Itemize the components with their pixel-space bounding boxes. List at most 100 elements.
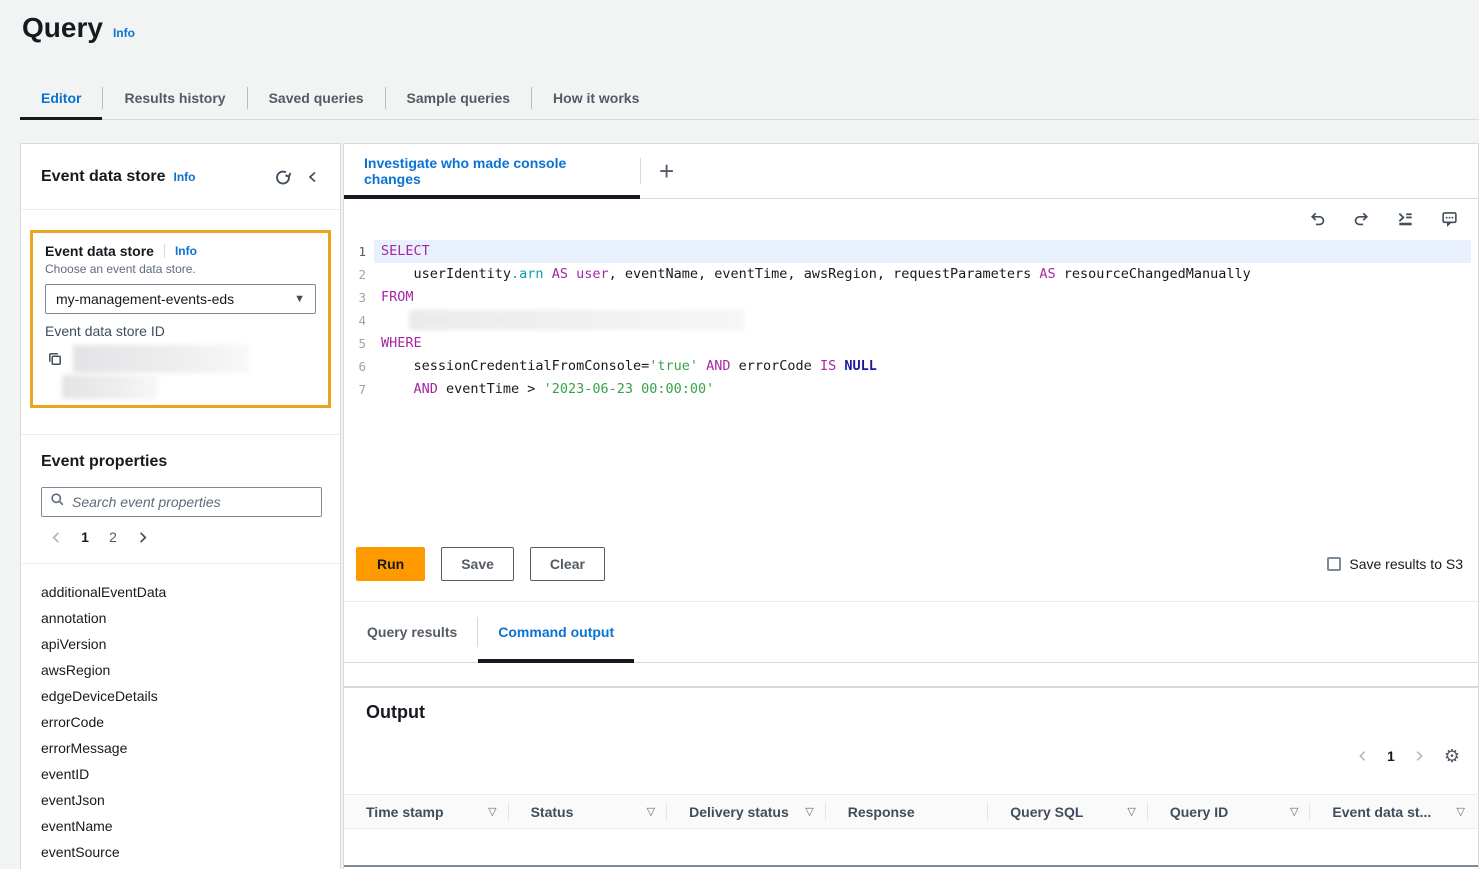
callout-info-link[interactable]: Info [175,244,197,258]
property-item-eventjson[interactable]: eventJson [21,787,339,813]
code-line-1[interactable]: 1SELECT [344,240,1477,263]
page-title: Query [22,12,103,44]
line-number: 2 [344,263,374,286]
code-line-2[interactable]: 2 userIdentity.arn AS user, eventName, e… [344,263,1477,286]
query-tab-investigate[interactable]: Investigate who made console changes [344,144,640,198]
property-item-edgedevicedetails[interactable]: edgeDeviceDetails [21,683,339,709]
column-header-event-data-st[interactable]: Event data st...▽ [1310,795,1477,828]
pagination-prev-button[interactable] [41,524,71,550]
cloudtrail-query-page: Query Info EditorResults historySaved qu… [0,0,1479,869]
column-label: Status [531,804,574,820]
query-tab-label: Investigate who made console changes [364,155,620,187]
property-item-apiversion[interactable]: apiVersion [21,631,339,657]
pagination-page-1[interactable]: 1 [71,529,99,545]
page-info-link[interactable]: Info [113,26,135,40]
tab-sample-queries[interactable]: Sample queries [386,77,532,119]
sql-editor[interactable]: 1SELECT2 userIdentity.arn AS user, event… [344,240,1477,401]
collapse-panel-button[interactable] [298,162,328,192]
property-item-eventid[interactable]: eventID [21,761,339,787]
column-header-query-id[interactable]: Query ID▽ [1148,795,1311,828]
line-number: 3 [344,286,374,309]
sql-token: .arn [511,266,544,282]
label-divider [164,244,165,258]
top-tab-bar: EditorResults historySaved queriesSample… [20,77,1479,120]
callout-label-row: Event data store Info [45,243,316,259]
undo-button[interactable] [1302,203,1332,233]
code-line-3[interactable]: 3FROM [344,286,1477,309]
copy-id-button[interactable] [45,349,65,369]
section-divider [21,434,340,435]
editor-toolbar [1302,199,1464,237]
property-item-eventname[interactable]: eventName [21,813,339,839]
event-data-store-id-redacted [73,345,249,373]
column-header-time-stamp[interactable]: Time stamp ▽ [344,795,509,828]
output-table-header: Time stamp ▽ Status ▽ Delivery status ▽ Respon… [344,794,1477,829]
redo-icon [1353,210,1370,227]
new-query-tab-button[interactable]: + [653,158,680,184]
chevron-left-icon [305,169,321,185]
search-icon [50,492,65,512]
column-header-query-sql[interactable]: Query SQL▽ [988,795,1148,828]
output-prev-button[interactable] [1348,743,1378,769]
tab-editor[interactable]: Editor [20,77,102,119]
code-line-5[interactable]: 5WHERE [344,332,1477,355]
column-header-response[interactable]: Response [826,795,989,828]
sql-token: AS [552,266,568,282]
save-button[interactable]: Save [441,547,514,581]
tab-query-results[interactable]: Query results [347,602,477,662]
section-divider [21,563,340,564]
property-item-eventsource[interactable]: eventSource [21,839,339,865]
column-header-status[interactable]: Status ▽ [509,795,668,828]
search-box [41,487,322,517]
tab-divider [640,158,641,184]
tutorial-highlight-box: Event data store Info Choose an event da… [30,230,331,408]
line-number: 1 [344,240,374,263]
filter-icon[interactable]: ▽ [488,805,496,818]
format-code-button[interactable] [1390,203,1420,233]
save-results-s3-checkbox[interactable] [1327,557,1341,571]
run-button[interactable]: Run [356,547,425,581]
sql-token: userIdentity [381,266,511,282]
tab-how-it-works[interactable]: How it works [532,77,660,119]
property-item-errorcode[interactable]: errorCode [21,709,339,735]
filter-icon[interactable]: ▽ [805,805,813,818]
line-number: 4 [344,309,374,332]
filter-icon[interactable]: ▽ [1457,805,1465,818]
code-line-4[interactable]: 4 [344,309,1477,332]
event-data-store-id-label: Event data store ID [45,323,316,339]
tab-saved-queries[interactable]: Saved queries [248,77,385,119]
event-data-store-select[interactable]: my-management-events-eds ▼ [45,284,316,314]
property-item-annotation[interactable]: annotation [21,605,339,631]
tab-command-output[interactable]: Command output [478,602,634,662]
event-data-store-id-row [45,345,316,373]
command-output-card: Output 1 ⚙ Time stamp▽Status▽Delivery st… [343,687,1479,869]
pagination-next-button[interactable] [127,524,157,550]
code-line-6[interactable]: 6 sessionCredentialFromConsole='true' AN… [344,355,1477,378]
filter-icon[interactable]: ▽ [1127,805,1135,818]
tab-results-history[interactable]: Results history [103,77,246,119]
feedback-button[interactable] [1434,203,1464,233]
refresh-button[interactable] [268,162,298,192]
filter-icon[interactable]: ▽ [1290,805,1298,818]
query-tab-bar: Investigate who made console changes + [344,144,1478,199]
output-next-button[interactable] [1404,743,1434,769]
pagination-page-2[interactable]: 2 [99,529,127,545]
column-label: Time stamp [366,804,444,820]
sidebar-info-link[interactable]: Info [173,170,195,184]
clear-button[interactable]: Clear [530,547,605,581]
code-line-7[interactable]: 7 AND eventTime > '2023-06-23 00:00:00' [344,378,1477,401]
property-item-awsregion[interactable]: awsRegion [21,657,339,683]
property-item-additionaleventdata[interactable]: additionalEventData [21,579,339,605]
column-header-delivery-status[interactable]: Delivery status ▽ [667,795,826,828]
property-item-errormessage[interactable]: errorMessage [21,735,339,761]
save-results-s3-option: Save results to S3 [1327,556,1463,572]
table-preferences-button[interactable]: ⚙ [1444,747,1460,765]
sql-token [544,266,552,282]
filter-icon[interactable]: ▽ [647,805,655,818]
redo-button[interactable] [1346,203,1376,233]
sql-token: AS [1039,266,1055,282]
column-label: Delivery status [689,804,789,820]
search-input[interactable] [72,494,313,510]
event-data-store-label: Event data store [45,243,154,259]
code-text: SELECT [374,240,1471,263]
